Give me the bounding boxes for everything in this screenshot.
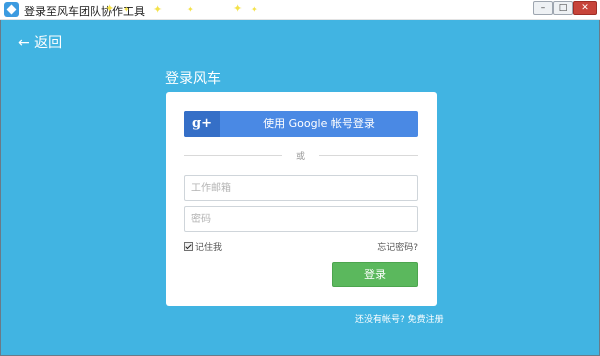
app-logo-icon (4, 2, 19, 17)
no-account-text: 还没有帐号? (355, 315, 405, 325)
title-bar: 登录至风车团队协作工具 ✦ ✦ ✦ ✦ ✦ ✦ – □ ✕ (0, 0, 600, 20)
google-plus-icon: g+ (184, 111, 220, 137)
sparkle-icon: ✦ (153, 3, 163, 16)
sparkle-icon: ✦ (233, 2, 243, 15)
divider-left (184, 155, 282, 156)
google-login-button[interactable]: g+ 使用 Google 帐号登录 (184, 111, 418, 137)
signup-prompt: 还没有帐号? 免费注册 (355, 312, 444, 325)
minimize-button[interactable]: – (533, 1, 553, 15)
password-field[interactable] (184, 206, 418, 232)
sparkle-icon: ✦ (187, 5, 194, 14)
login-card: g+ 使用 Google 帐号登录 或 记住我 忘记密码? 登录 (166, 92, 437, 306)
forgot-password-link[interactable]: 忘记密码? (377, 240, 418, 253)
divider-text: 或 (295, 152, 305, 162)
remember-checkbox[interactable] (184, 242, 193, 251)
back-button[interactable]: ← 返回 (18, 32, 62, 52)
sparkle-icon: ✦ (123, 5, 130, 14)
remember-label: 记住我 (195, 243, 223, 253)
main-panel: ← 返回 登录风车 g+ 使用 Google 帐号登录 或 记住我 忘记密码? … (0, 20, 600, 356)
divider-right (319, 155, 418, 156)
signup-link[interactable]: 免费注册 (408, 315, 444, 325)
close-button[interactable]: ✕ (573, 1, 597, 15)
remember-me[interactable]: 记住我 (184, 240, 223, 253)
sparkle-icon: ✦ (105, 2, 115, 15)
google-login-label: 使用 Google 帐号登录 (263, 117, 375, 130)
login-button[interactable]: 登录 (332, 262, 418, 287)
page-title: 登录风车 (165, 71, 221, 87)
sparkle-icon: ✦ (251, 5, 258, 14)
maximize-button[interactable]: □ (553, 1, 573, 15)
email-field[interactable] (184, 175, 418, 201)
